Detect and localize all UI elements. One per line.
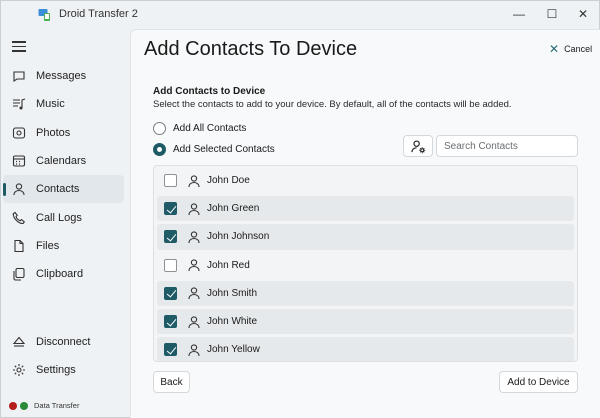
page-title: Add Contacts To Device <box>144 38 358 60</box>
clipboard-icon <box>12 267 26 281</box>
sidebar-item-settings[interactable]: Settings <box>3 356 124 384</box>
maximize-button[interactable]: ☐ <box>541 5 563 23</box>
sidebar-item-label: Disconnect <box>36 336 91 349</box>
sidebar-item-label: Settings <box>36 364 76 377</box>
hamburger-menu-icon[interactable] <box>12 41 26 53</box>
close-icon: ✕ <box>549 42 560 56</box>
sidebar-item-label: Contacts <box>36 183 80 196</box>
file-icon <box>12 239 26 253</box>
contact-checkbox[interactable] <box>164 343 177 357</box>
contact-row[interactable]: John Smith <box>157 280 574 306</box>
person-icon <box>187 174 201 188</box>
radio-label: Add All Contacts <box>173 123 247 134</box>
main-panel: Add Contacts To Device ✕ Cancel Add Cont… <box>130 29 600 418</box>
contact-name: John Doe <box>207 175 250 187</box>
sidebar-bottom: Disconnect Settings <box>1 328 127 385</box>
search-contacts-input[interactable] <box>436 135 578 157</box>
close-window-button[interactable]: ✕ <box>572 5 594 23</box>
sidebar-item-label: Call Logs <box>36 211 82 224</box>
section-title: Add Contacts to Device <box>153 86 266 97</box>
back-button[interactable]: Back <box>153 371 190 393</box>
sidebar-item-music[interactable]: Music <box>3 90 124 118</box>
person-icon <box>187 315 201 329</box>
contact-row[interactable]: John Yellow <box>157 337 574 361</box>
app-logo-icon <box>38 8 52 22</box>
cancel-button[interactable]: ✕ Cancel <box>549 42 592 56</box>
contact-name: John Red <box>207 259 250 271</box>
connection-status: Data Transfer <box>9 401 79 410</box>
contact-checkbox[interactable] <box>164 258 177 272</box>
contact-checkbox[interactable] <box>164 230 177 244</box>
sidebar-item-label: Files <box>36 239 60 252</box>
sidebar-item-label: Music <box>36 98 65 111</box>
sidebar-item-label: Photos <box>36 126 71 139</box>
app-window: Droid Transfer 2 — ☐ ✕ Messages Music Ph… <box>0 0 600 418</box>
radio-add-selected-contacts[interactable]: Add Selected Contacts <box>153 143 275 156</box>
contact-row[interactable]: John Green <box>157 196 574 222</box>
phone-icon <box>12 211 26 225</box>
contact-row[interactable]: John Johnson <box>157 224 574 250</box>
radio-label: Add Selected Contacts <box>173 144 275 155</box>
person-icon <box>187 258 201 272</box>
section-description: Select the contacts to add to your devic… <box>153 99 512 110</box>
contacts-list: John Doe John Green John Johnson John Re… <box>153 165 578 362</box>
sidebar-item-files[interactable]: Files <box>3 232 124 260</box>
contact-name: John Smith <box>207 287 258 299</box>
radio-button[interactable] <box>153 143 166 156</box>
sidebar-item-contacts[interactable]: Contacts <box>3 175 124 204</box>
contact-checkbox[interactable] <box>164 315 177 329</box>
person-icon <box>187 343 201 357</box>
contact-checkbox[interactable] <box>164 286 177 300</box>
contact-checkbox[interactable] <box>164 202 177 216</box>
cancel-label: Cancel <box>564 44 593 54</box>
sidebar-item-label: Clipboard <box>36 268 84 281</box>
music-icon <box>12 97 26 111</box>
contact-name: John White <box>207 316 258 328</box>
contact-row[interactable]: John Red <box>157 253 574 278</box>
contact-row[interactable]: John White <box>157 308 574 335</box>
minimize-button[interactable]: — <box>508 5 530 23</box>
status-dot-green <box>20 401 28 410</box>
contact-settings-button[interactable] <box>403 135 433 157</box>
person-icon <box>187 202 201 216</box>
status-dot-red <box>9 401 17 410</box>
calendar-icon <box>12 154 26 168</box>
contact-checkbox[interactable] <box>164 174 177 188</box>
add-to-device-button[interactable]: Add to Device <box>499 371 578 393</box>
person-icon <box>187 286 201 300</box>
sidebar-item-label: Messages <box>36 70 87 83</box>
status-label: Data Transfer <box>34 401 80 410</box>
person-icon <box>187 230 201 244</box>
title-bar: Droid Transfer 2 — ☐ ✕ <box>1 1 599 29</box>
contact-name: John Yellow <box>207 344 260 356</box>
contacts-icon <box>12 182 26 196</box>
sidebar-item-calendars[interactable]: Calendars <box>3 147 124 175</box>
gear-icon <box>12 363 26 377</box>
sidebar-item-photos[interactable]: Photos <box>3 119 124 147</box>
window-title: Droid Transfer 2 <box>59 8 138 20</box>
sidebar-item-messages[interactable]: Messages <box>3 62 124 90</box>
sidebar-item-label: Calendars <box>36 155 87 168</box>
messages-icon <box>12 69 26 83</box>
sidebar-nav: Messages Music Photos Calendars Contacts <box>1 62 127 288</box>
radio-add-all-contacts[interactable]: Add All Contacts <box>153 122 246 135</box>
eject-icon <box>12 335 26 349</box>
photos-icon <box>12 126 26 140</box>
sidebar-item-call-logs[interactable]: Call Logs <box>3 203 124 231</box>
contact-gear-icon <box>410 140 425 153</box>
contact-name: John Johnson <box>207 231 270 243</box>
contact-name: John Green <box>207 203 260 215</box>
sidebar-item-disconnect[interactable]: Disconnect <box>3 328 124 356</box>
contact-row[interactable]: John Doe <box>157 168 574 193</box>
radio-button[interactable] <box>153 122 166 135</box>
sidebar-item-clipboard[interactable]: Clipboard <box>3 260 124 288</box>
